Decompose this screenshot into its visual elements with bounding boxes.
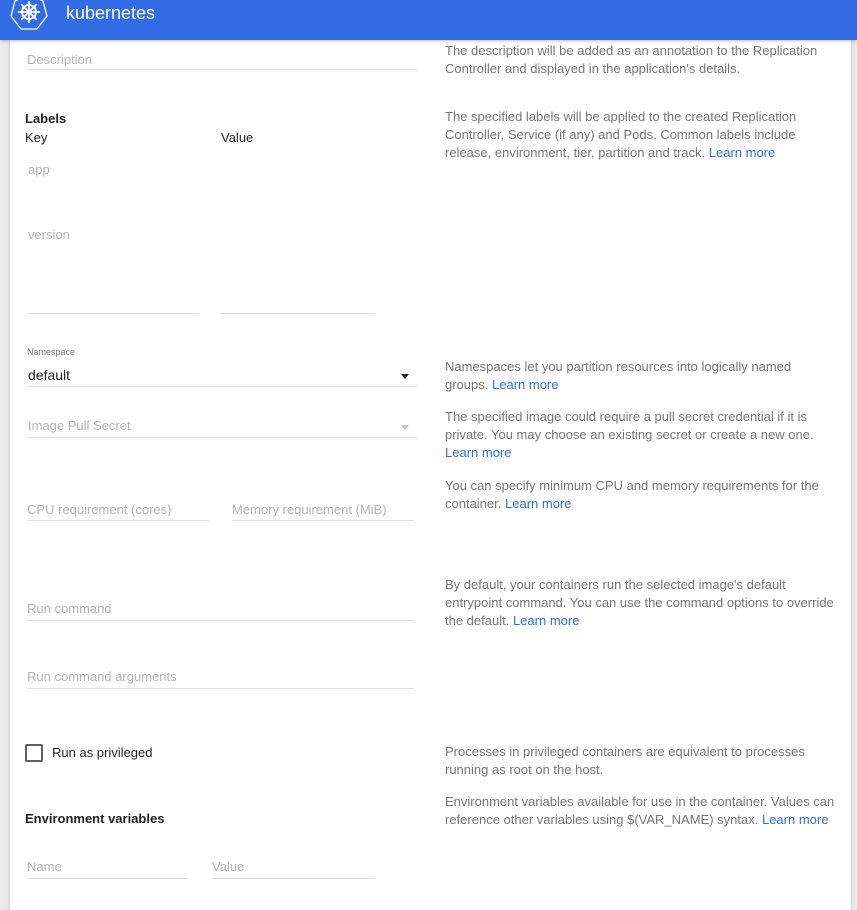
env-vars-learn-more-link[interactable]: Learn more bbox=[762, 812, 828, 827]
label-key-field[interactable] bbox=[27, 294, 199, 312]
label-key-input[interactable] bbox=[27, 294, 199, 312]
description-field[interactable] bbox=[27, 50, 417, 68]
image-pull-secret-help: The specified image could require a pull… bbox=[445, 409, 814, 460]
run-command-help: By default, your containers run the sele… bbox=[445, 577, 834, 628]
namespace-selected-value: default bbox=[28, 367, 71, 383]
namespace-select[interactable]: default bbox=[27, 365, 417, 385]
env-var-name-input[interactable] bbox=[27, 857, 188, 875]
labels-help: The specified labels will be applied to … bbox=[445, 109, 797, 160]
label-key-underline bbox=[27, 313, 199, 314]
description-help: The description will be added as an anno… bbox=[445, 43, 818, 76]
page-gutter bbox=[0, 40, 10, 910]
description-underline bbox=[27, 69, 417, 70]
label-key-app[interactable]: app bbox=[28, 162, 50, 178]
labels-value-header: Value bbox=[221, 130, 254, 145]
env-var-value-underline bbox=[212, 878, 375, 879]
top-toolbar: kubernetes bbox=[0, 0, 857, 40]
env-vars-help: Environment variables available for use … bbox=[445, 794, 835, 827]
namespace-help: Namespaces let you partition resources i… bbox=[445, 359, 792, 392]
env-var-value-field[interactable] bbox=[212, 857, 375, 875]
label-key-version[interactable]: version bbox=[28, 227, 70, 243]
form-card bbox=[10, 40, 851, 910]
app-title[interactable]: kubernetes bbox=[66, 2, 155, 24]
labels-title: Labels bbox=[25, 111, 67, 126]
image-pull-secret-underline bbox=[27, 437, 417, 438]
env-var-value-input[interactable] bbox=[212, 857, 375, 875]
run-command-input[interactable] bbox=[27, 599, 414, 617]
run-as-privileged-checkbox[interactable] bbox=[25, 744, 43, 762]
image-pull-secret-caret-icon[interactable] bbox=[401, 425, 409, 430]
env-vars-title: Environment variables bbox=[25, 811, 165, 826]
page-gutter-right bbox=[851, 40, 857, 910]
privileged-help: Processes in privileged containers are e… bbox=[445, 744, 805, 777]
cpu-underline bbox=[27, 520, 209, 521]
resources-learn-more-link[interactable]: Learn more bbox=[505, 496, 571, 511]
run-command-field[interactable] bbox=[27, 599, 414, 617]
run-command-args-underline bbox=[27, 688, 414, 689]
run-command-learn-more-link[interactable]: Learn more bbox=[513, 613, 579, 628]
image-pull-secret-select[interactable]: Image Pull Secret bbox=[27, 416, 417, 436]
namespace-underline bbox=[27, 386, 417, 387]
image-pull-secret-learn-more-link[interactable]: Learn more bbox=[445, 445, 511, 460]
run-command-underline bbox=[27, 620, 414, 621]
run-as-privileged-label[interactable]: Run as privileged bbox=[52, 745, 152, 761]
resources-help: You can specify minimum CPU and memory r… bbox=[445, 478, 819, 511]
label-value-underline bbox=[221, 313, 375, 314]
kubernetes-logo-icon[interactable] bbox=[9, 0, 49, 32]
namespace-label: Namespace bbox=[27, 347, 76, 357]
memory-requirement-input[interactable] bbox=[232, 500, 414, 518]
cpu-requirement-input[interactable] bbox=[27, 500, 209, 518]
cpu-requirement-field[interactable] bbox=[27, 500, 209, 518]
label-value-field[interactable] bbox=[221, 294, 375, 312]
labels-learn-more-link[interactable]: Learn more bbox=[709, 145, 775, 160]
description-input[interactable] bbox=[27, 50, 417, 68]
env-var-name-field[interactable] bbox=[27, 857, 188, 875]
run-command-args-input[interactable] bbox=[27, 667, 414, 685]
namespace-dropdown-caret-icon[interactable] bbox=[401, 374, 409, 379]
labels-key-header: Key bbox=[25, 130, 48, 145]
memory-requirement-field[interactable] bbox=[232, 500, 414, 518]
env-var-name-underline bbox=[27, 878, 188, 879]
run-command-args-field[interactable] bbox=[27, 667, 414, 685]
label-value-input[interactable] bbox=[221, 294, 375, 312]
memory-underline bbox=[232, 520, 414, 521]
namespace-learn-more-link[interactable]: Learn more bbox=[492, 377, 558, 392]
image-pull-secret-placeholder: Image Pull Secret bbox=[28, 418, 131, 433]
